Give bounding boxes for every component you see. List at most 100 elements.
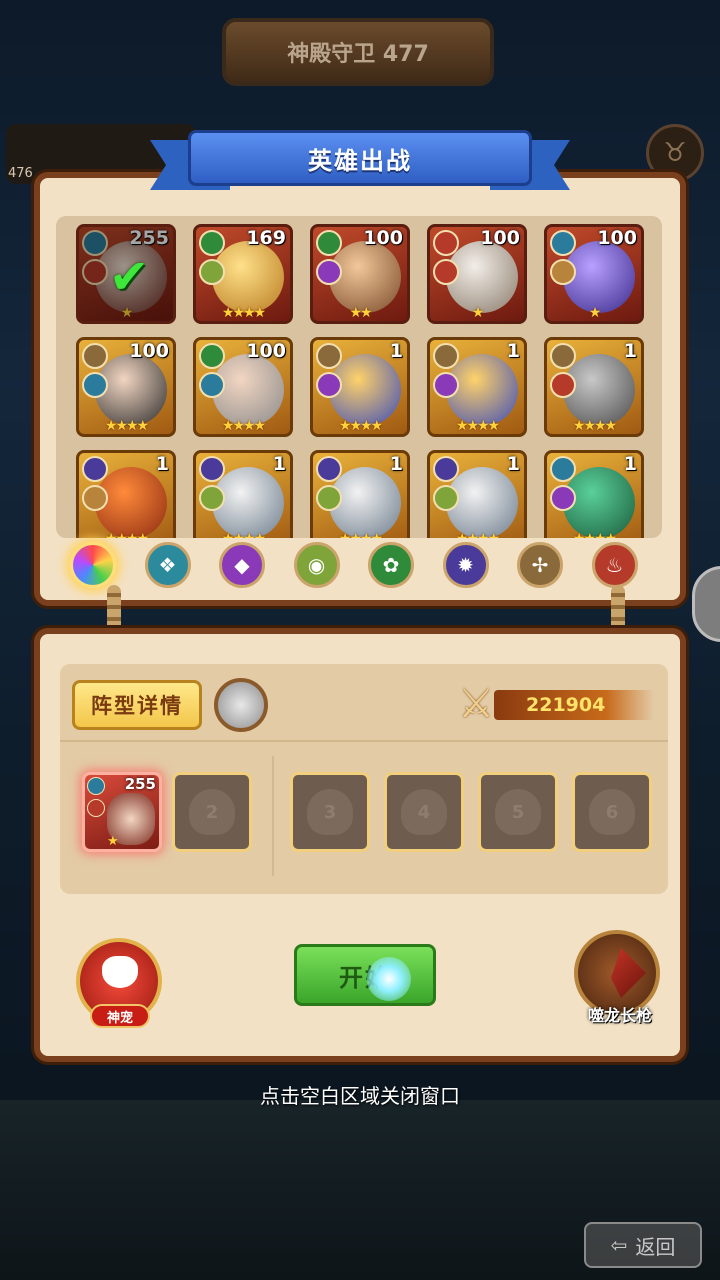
filter-faction-2-icon[interactable]: ◆	[219, 542, 265, 588]
pet-face-icon	[102, 956, 138, 988]
spear-icon	[611, 948, 646, 998]
class-icon	[550, 259, 576, 285]
hero-list: 255 ★ ✔ 169 ★★★★ 100 ★★ 100 ★ 100 ★ 100 ★★★★ 100 ★★★★ 1…	[56, 216, 662, 538]
slot-hero-level: 255	[124, 775, 156, 793]
formation-slot[interactable]: 3	[290, 772, 370, 852]
faction-icon	[433, 230, 459, 256]
hero-card[interactable]: 1 ★★★★	[427, 337, 527, 437]
formation-slot[interactable]: 5	[478, 772, 558, 852]
faction-icon	[433, 343, 459, 369]
pet-label: 神宠	[90, 1004, 150, 1028]
team-badge-value: 476	[8, 166, 33, 181]
hero-stars: ★★★★	[338, 418, 383, 434]
hero-card[interactable]: 100 ★	[427, 224, 527, 324]
formation-slot[interactable]: 6	[572, 772, 652, 852]
hero-card[interactable]: 1 ★★★★	[544, 450, 644, 538]
team-power-bar: 221904	[494, 690, 654, 720]
formation-slots: 255 ★ 2 3 4 5 6	[60, 740, 668, 894]
hero-stars: ★★★★	[313, 531, 407, 538]
class-icon	[87, 799, 105, 817]
hero-card[interactable]: 1 ★★★★	[544, 337, 644, 437]
class-icon	[199, 372, 225, 398]
hero-level: 100	[129, 340, 169, 362]
class-icon	[433, 372, 459, 398]
hero-stars: ★★★★	[547, 531, 641, 538]
hero-level: 100	[597, 227, 637, 249]
hero-card[interactable]: 169 ★★★★	[193, 224, 293, 324]
hero-stars: ★	[588, 305, 602, 321]
start-battle-button[interactable]: 开始	[294, 944, 436, 1006]
row-divider	[272, 756, 274, 876]
hero-stars: ★★★★	[104, 418, 149, 434]
hero-level: 100	[363, 227, 403, 249]
faction-icon	[199, 230, 225, 256]
hero-card[interactable]: 100 ★★	[310, 224, 410, 324]
hero-level: 1	[155, 453, 169, 475]
slot-number: 6	[605, 801, 619, 823]
slot-hero-stars: ★	[107, 834, 119, 849]
faction-icon	[433, 456, 459, 482]
hero-card[interactable]: 255 ★ ✔	[76, 224, 176, 324]
faction-icon	[82, 343, 108, 369]
hero-stars: ★★★★	[196, 531, 290, 538]
class-icon	[550, 485, 576, 511]
faction-icon	[550, 230, 576, 256]
faction-icon	[550, 456, 576, 482]
class-icon	[550, 372, 576, 398]
faction-icon	[82, 230, 108, 256]
filter-faction-6-icon[interactable]: ✢	[517, 542, 563, 588]
hero-stars: ★★	[349, 305, 372, 321]
hero-grid: 255 ★ ✔ 169 ★★★★ 100 ★★ 100 ★ 100 ★ 100 ★★★★ 100 ★★★★ 1…	[76, 224, 644, 538]
class-icon	[316, 259, 342, 285]
class-icon	[433, 259, 459, 285]
back-button[interactable]: ⇦ 返回	[584, 1222, 702, 1268]
hero-card[interactable]: 1 ★★★★	[427, 450, 527, 538]
filter-all-icon[interactable]	[70, 542, 116, 588]
hero-stars: ★★★★	[221, 418, 266, 434]
hero-card[interactable]: 1 ★★★★	[76, 450, 176, 538]
formation-slot[interactable]: 4	[384, 772, 464, 852]
slot-number: 2	[205, 801, 219, 823]
hero-level: 1	[389, 340, 403, 362]
hero-level: 255	[129, 227, 169, 249]
filter-faction-1-icon[interactable]: ❖	[144, 542, 191, 588]
hero-card[interactable]: 1 ★★★★	[310, 450, 410, 538]
hero-level: 1	[623, 453, 637, 475]
class-icon	[82, 372, 108, 398]
formation-slot[interactable]: 255 ★	[82, 772, 162, 852]
faction-icon	[199, 343, 225, 369]
formation-header: 阵型详情 221904 ⚔	[60, 664, 668, 740]
filter-faction-7-icon[interactable]: ♨	[591, 542, 638, 588]
faction-icon	[82, 456, 108, 482]
hero-level: 1	[506, 453, 520, 475]
formation-details-button[interactable]: 阵型详情	[72, 680, 202, 730]
class-icon	[316, 485, 342, 511]
hero-level: 169	[246, 227, 286, 249]
back-arrow-icon: ⇦	[610, 1233, 628, 1257]
hero-stars: ★	[120, 305, 134, 321]
panel-title-ribbon: 英雄出战	[150, 130, 570, 194]
hero-card[interactable]: 100 ★★★★	[193, 337, 293, 437]
filter-faction-5-icon[interactable]: ✹	[442, 542, 489, 588]
formation-slot[interactable]: 2	[172, 772, 252, 852]
class-icon	[316, 372, 342, 398]
hero-card[interactable]: 100 ★★★★	[76, 337, 176, 437]
hero-level: 1	[272, 453, 286, 475]
hero-card[interactable]: 1 ★★★★	[193, 450, 293, 538]
slot-number: 5	[511, 801, 525, 823]
faction-icon	[316, 230, 342, 256]
faction-icon	[199, 456, 225, 482]
faction-icon	[87, 777, 105, 795]
filter-faction-4-icon[interactable]: ✿	[368, 542, 414, 588]
filter-faction-3-icon[interactable]: ◉	[293, 542, 340, 588]
hero-level: 1	[506, 340, 520, 362]
selected-check-icon: ✔	[109, 249, 150, 305]
dragon-spear-label: 噬龙长枪	[587, 1006, 652, 1025]
class-icon	[433, 485, 459, 511]
class-icon	[199, 485, 225, 511]
formation-gear-icon[interactable]	[214, 678, 268, 732]
hero-card[interactable]: 1 ★★★★	[310, 337, 410, 437]
hero-card[interactable]: 100 ★	[544, 224, 644, 324]
stage-title: 神殿守卫 477	[222, 18, 494, 86]
slot-number: 4	[417, 801, 431, 823]
